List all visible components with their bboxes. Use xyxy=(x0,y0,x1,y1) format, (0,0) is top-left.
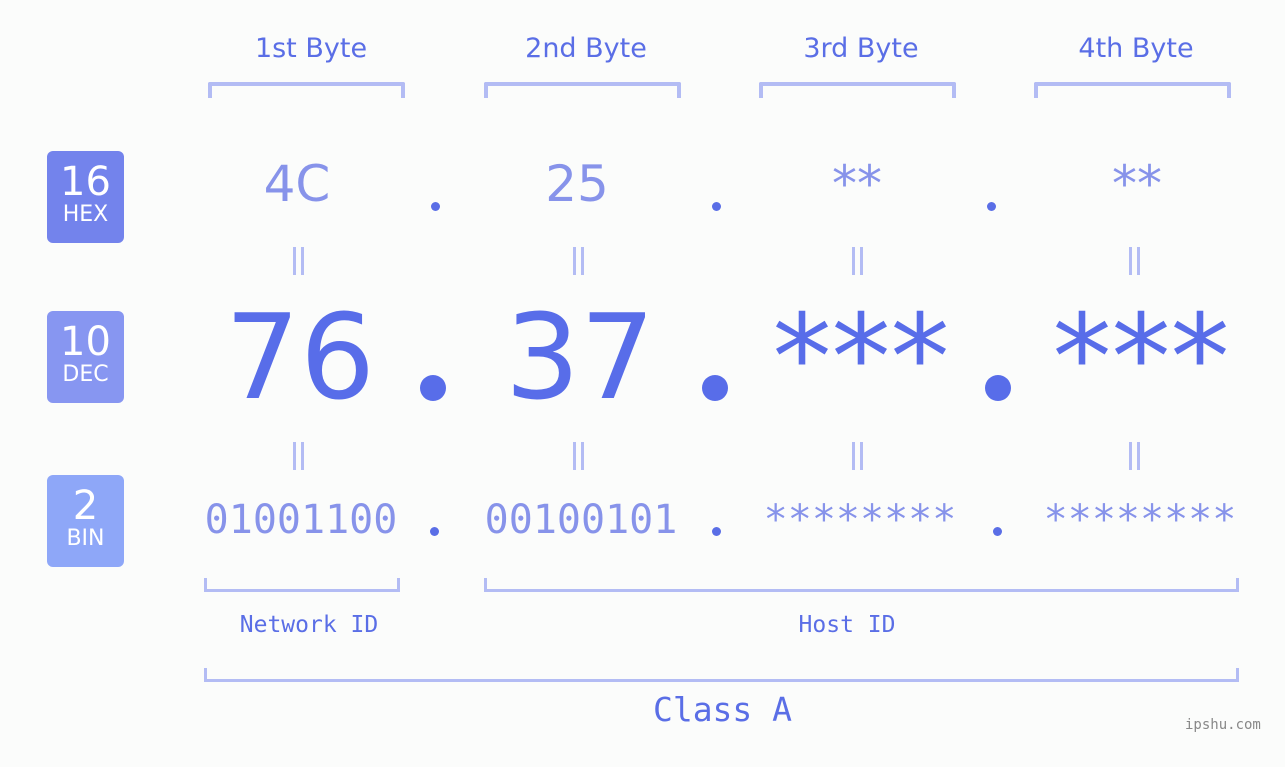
byte-bracket-1 xyxy=(208,82,405,98)
bin-separator-dot xyxy=(712,527,721,536)
bin-badge-base: 2 xyxy=(72,483,99,529)
dec-value-3: *** xyxy=(772,288,950,426)
dec-badge-label: DEC xyxy=(62,362,109,387)
hex-value-3: ** xyxy=(832,155,882,213)
equals-icon xyxy=(291,247,307,275)
dec-separator-dot xyxy=(420,375,446,401)
hex-value-1: 4C xyxy=(263,155,331,213)
equals-icon xyxy=(571,442,587,470)
dec-separator-dot xyxy=(702,375,728,401)
class-label: Class A xyxy=(652,690,793,729)
byte-bracket-2 xyxy=(484,82,681,98)
watermark: ipshu.com xyxy=(1185,717,1261,733)
byte-header-3: 3rd Byte xyxy=(803,33,919,64)
dec-separator-dot xyxy=(985,375,1011,401)
hex-separator-dot xyxy=(987,202,996,211)
dec-badge: 10 DEC xyxy=(47,311,124,403)
hex-separator-dot xyxy=(712,202,721,211)
hex-value-4: ** xyxy=(1112,155,1162,213)
byte-header-1: 1st Byte xyxy=(254,33,368,64)
byte-bracket-3 xyxy=(759,82,956,98)
equals-icon xyxy=(571,247,587,275)
bin-value-1: 01001100 xyxy=(204,497,398,543)
dec-badge-base: 10 xyxy=(60,319,111,365)
bin-badge-label: BIN xyxy=(66,526,105,551)
bin-value-2: 00100101 xyxy=(484,497,678,543)
hex-value-2: 25 xyxy=(545,155,609,213)
byte-header-2: 2nd Byte xyxy=(525,33,647,64)
hex-badge-base: 16 xyxy=(60,159,111,205)
bin-badge: 2 BIN xyxy=(47,475,124,567)
byte-bracket-4 xyxy=(1034,82,1231,98)
bin-value-3: ******** xyxy=(763,497,957,543)
equals-icon xyxy=(850,442,866,470)
network-id-label: Network ID xyxy=(239,612,379,638)
host-id-label: Host ID xyxy=(798,612,896,638)
equals-icon xyxy=(291,442,307,470)
host-id-bracket xyxy=(484,578,1239,592)
equals-icon xyxy=(1127,442,1143,470)
class-bracket xyxy=(204,668,1239,682)
bin-separator-dot xyxy=(430,527,439,536)
dec-value-2: 37 xyxy=(504,288,656,426)
dec-value-1: 76 xyxy=(224,288,376,426)
equals-icon xyxy=(850,247,866,275)
bin-value-4: ******** xyxy=(1043,497,1237,543)
hex-separator-dot xyxy=(431,202,440,211)
network-id-bracket xyxy=(204,578,400,592)
hex-badge-label: HEX xyxy=(62,202,109,227)
byte-header-4: 4th Byte xyxy=(1078,33,1194,64)
hex-badge: 16 HEX xyxy=(47,151,124,243)
dec-value-4: *** xyxy=(1052,288,1230,426)
bin-separator-dot xyxy=(993,527,1002,536)
equals-icon xyxy=(1127,247,1143,275)
